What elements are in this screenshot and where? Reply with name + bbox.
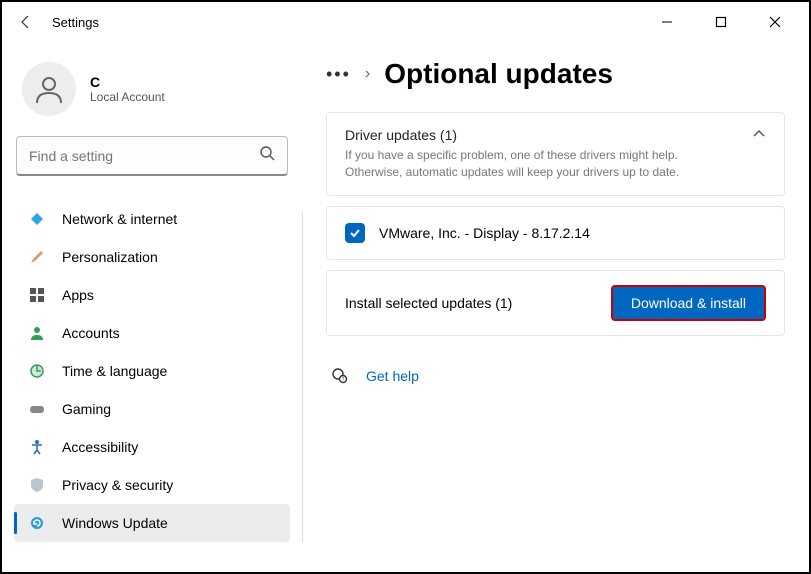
user-name: C bbox=[90, 74, 165, 90]
network-icon bbox=[28, 210, 46, 228]
driver-updates-subtitle: If you have a specific problem, one of t… bbox=[345, 147, 736, 181]
install-row: Install selected updates (1) Download & … bbox=[326, 270, 785, 336]
sidebar-item-gaming[interactable]: Gaming bbox=[14, 390, 290, 428]
avatar bbox=[22, 62, 76, 116]
sidebar-item-label: Gaming bbox=[62, 401, 111, 417]
help-icon: ? bbox=[330, 366, 350, 386]
get-help-link[interactable]: Get help bbox=[366, 368, 419, 384]
sidebar-item-label: Time & language bbox=[62, 363, 167, 379]
sidebar-item-label: Accounts bbox=[62, 325, 120, 341]
sidebar-item-time[interactable]: Time & language bbox=[14, 352, 290, 390]
driver-updates-title: Driver updates (1) bbox=[345, 127, 736, 143]
sidebar-item-label: Privacy & security bbox=[62, 477, 173, 493]
update-icon bbox=[28, 514, 46, 532]
driver-updates-header[interactable]: Driver updates (1) If you have a specifi… bbox=[326, 112, 785, 196]
window-title: Settings bbox=[52, 15, 99, 30]
titlebar: Settings bbox=[2, 2, 809, 42]
sidebar-divider bbox=[302, 212, 303, 542]
chevron-up-icon bbox=[752, 127, 766, 141]
sidebar-item-label: Windows Update bbox=[62, 515, 168, 531]
sidebar-item-accounts[interactable]: Accounts bbox=[14, 314, 290, 352]
breadcrumb-more[interactable]: ••• bbox=[326, 64, 351, 85]
sidebar-item-accessibility[interactable]: Accessibility bbox=[14, 428, 290, 466]
driver-updates-text: Driver updates (1) If you have a specifi… bbox=[345, 127, 736, 181]
sidebar-item-network[interactable]: Network & internet bbox=[14, 200, 290, 238]
apps-icon bbox=[28, 286, 46, 304]
svg-text:?: ? bbox=[342, 377, 345, 383]
sidebar-item-apps[interactable]: Apps bbox=[14, 276, 290, 314]
maximize-button[interactable] bbox=[705, 6, 737, 38]
page-title: Optional updates bbox=[384, 58, 613, 90]
sidebar-item-label: Network & internet bbox=[62, 211, 177, 227]
sidebar-item-label: Personalization bbox=[62, 249, 158, 265]
breadcrumb: ••• › Optional updates bbox=[326, 58, 785, 90]
sidebar-item-windows-update[interactable]: Windows Update bbox=[14, 504, 290, 542]
install-text: Install selected updates (1) bbox=[345, 295, 512, 311]
driver-label: VMware, Inc. - Display - 8.17.2.14 bbox=[379, 225, 590, 241]
user-block[interactable]: C Local Account bbox=[14, 52, 290, 136]
help-row: ? Get help bbox=[326, 366, 785, 386]
brush-icon bbox=[28, 248, 46, 266]
search-box[interactable] bbox=[16, 136, 288, 176]
sidebar-item-privacy[interactable]: Privacy & security bbox=[14, 466, 290, 504]
chevron-right-icon: › bbox=[365, 65, 370, 83]
close-button[interactable] bbox=[759, 6, 791, 38]
sidebar-item-label: Apps bbox=[62, 287, 94, 303]
sidebar-item-label: Accessibility bbox=[62, 439, 138, 455]
driver-item[interactable]: VMware, Inc. - Display - 8.17.2.14 bbox=[326, 206, 785, 260]
gamepad-icon bbox=[28, 400, 46, 418]
back-button[interactable] bbox=[10, 6, 42, 38]
sidebar: C Local Account Network & internet Perso bbox=[2, 42, 302, 572]
user-info: C Local Account bbox=[90, 74, 165, 104]
download-install-button[interactable]: Download & install bbox=[611, 285, 766, 321]
minimize-button[interactable] bbox=[651, 6, 683, 38]
search-icon bbox=[259, 145, 275, 166]
sidebar-item-personalization[interactable]: Personalization bbox=[14, 238, 290, 276]
accessibility-icon bbox=[28, 438, 46, 456]
nav: Network & internet Personalization Apps … bbox=[14, 200, 290, 542]
driver-checkbox[interactable] bbox=[345, 223, 365, 243]
search-input[interactable] bbox=[29, 148, 259, 164]
globe-icon bbox=[28, 362, 46, 380]
user-sub: Local Account bbox=[90, 90, 165, 104]
shield-icon bbox=[28, 476, 46, 494]
window-controls bbox=[651, 6, 801, 38]
person-icon bbox=[28, 324, 46, 342]
main-panel: ••• › Optional updates Driver updates (1… bbox=[302, 42, 809, 572]
